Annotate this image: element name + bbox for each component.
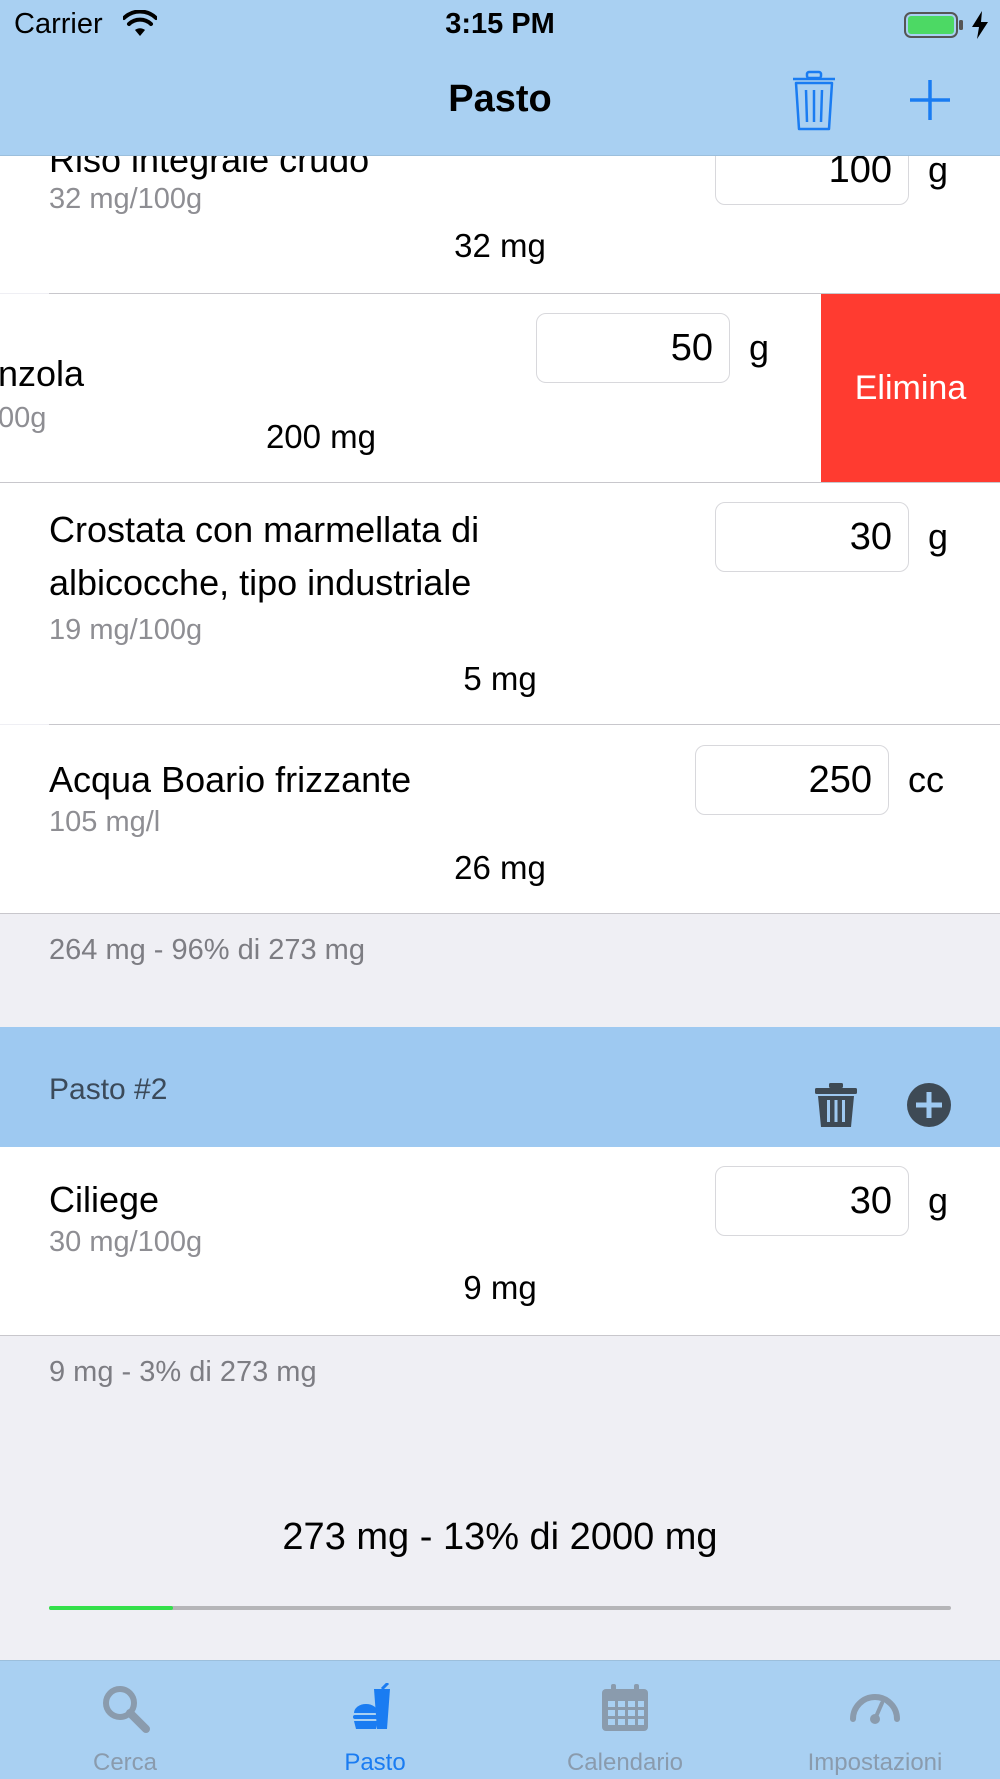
list-item[interactable]: Crostata con marmellata di albicocche, t… <box>0 483 1000 724</box>
section-footer: 264 mg - 96% di 273 mg <box>49 934 365 966</box>
search-icon <box>103 1686 150 1733</box>
section-footer: 9 mg - 3% di 273 mg <box>49 1356 317 1388</box>
progress-fill <box>49 1606 173 1610</box>
list-item[interactable]: Ciliege 30 mg/100g 30 g 9 mg <box>0 1147 1000 1335</box>
tab-label: Impostazioni <box>807 1749 943 1776</box>
progress-bar <box>49 1606 951 1610</box>
food-concentration: 19 mg/100g <box>49 614 203 646</box>
section-divider <box>0 913 1000 914</box>
trash-icon[interactable] <box>790 70 838 132</box>
food-total: 9 mg <box>463 1269 537 1306</box>
tab-impostazioni[interactable]: Impostazioni <box>750 1661 1000 1779</box>
tab-label: Cerca <box>92 1749 158 1776</box>
food-concentration: 105 mg/l <box>49 806 161 838</box>
quantity-field[interactable]: 30 <box>715 502 909 572</box>
food-name: Crostata con marmellata di <box>49 509 480 550</box>
add-circle-icon[interactable] <box>906 1082 952 1128</box>
meal-icon <box>353 1683 390 1729</box>
page-title: Pasto <box>448 78 552 120</box>
section-divider <box>0 1335 1000 1336</box>
food-name: nzola <box>0 353 85 394</box>
list-item[interactable]: Acqua Boario frizzante 105 mg/l 250 cc 2… <box>0 725 1000 913</box>
tab-cerca[interactable]: Cerca <box>0 1661 250 1779</box>
tab-label: Calendario <box>566 1749 684 1776</box>
gauge-icon <box>850 1694 900 1724</box>
unit-label: g <box>928 516 949 557</box>
food-name: albicocche, tipo industriale <box>49 562 472 603</box>
unit-label: cc <box>908 759 944 800</box>
tab-label: Pasto <box>344 1749 406 1776</box>
food-concentration: 30 mg/100g <box>49 1226 203 1258</box>
quantity-field[interactable]: 30 <box>715 1166 909 1236</box>
delete-button[interactable]: Elimina <box>821 294 1000 482</box>
status-time: 3:15 PM <box>445 8 555 40</box>
food-total: 26 mg <box>454 849 546 886</box>
quantity-field[interactable]: 50 <box>536 313 730 383</box>
unit-label: g <box>928 156 949 190</box>
food-name: Riso integrale crudo <box>49 156 370 180</box>
tab-bar: Cerca Pasto Calendario Impostazioni <box>0 1660 1000 1779</box>
food-concentration: 32 mg/100g <box>49 183 203 215</box>
food-name: Ciliege <box>49 1179 160 1220</box>
food-total: 200 mg <box>265 418 377 455</box>
section-title: Pasto #2 <box>49 1073 168 1106</box>
food-total: 32 mg <box>454 227 546 264</box>
unit-label: g <box>928 1180 949 1221</box>
list-item[interactable]: Riso integrale crudo 32 mg/100g 100 g 32… <box>0 156 1000 293</box>
charging-bolt-icon <box>972 11 988 39</box>
food-total: 5 mg <box>463 660 537 697</box>
add-icon[interactable] <box>908 78 952 122</box>
battery-icon <box>904 12 963 38</box>
daily-total: 273 mg - 13% di 2000 mg <box>282 1516 718 1558</box>
quantity-field[interactable]: 250 <box>695 745 889 815</box>
trash-icon[interactable] <box>813 1082 859 1128</box>
calendar-icon <box>602 1684 648 1731</box>
quantity-field[interactable]: 100 <box>715 156 909 205</box>
unit-label: g <box>749 327 770 368</box>
tab-calendario[interactable]: Calendario <box>500 1661 750 1779</box>
food-name: Acqua Boario frizzante <box>49 759 412 800</box>
tab-pasto[interactable]: Pasto <box>250 1661 500 1779</box>
